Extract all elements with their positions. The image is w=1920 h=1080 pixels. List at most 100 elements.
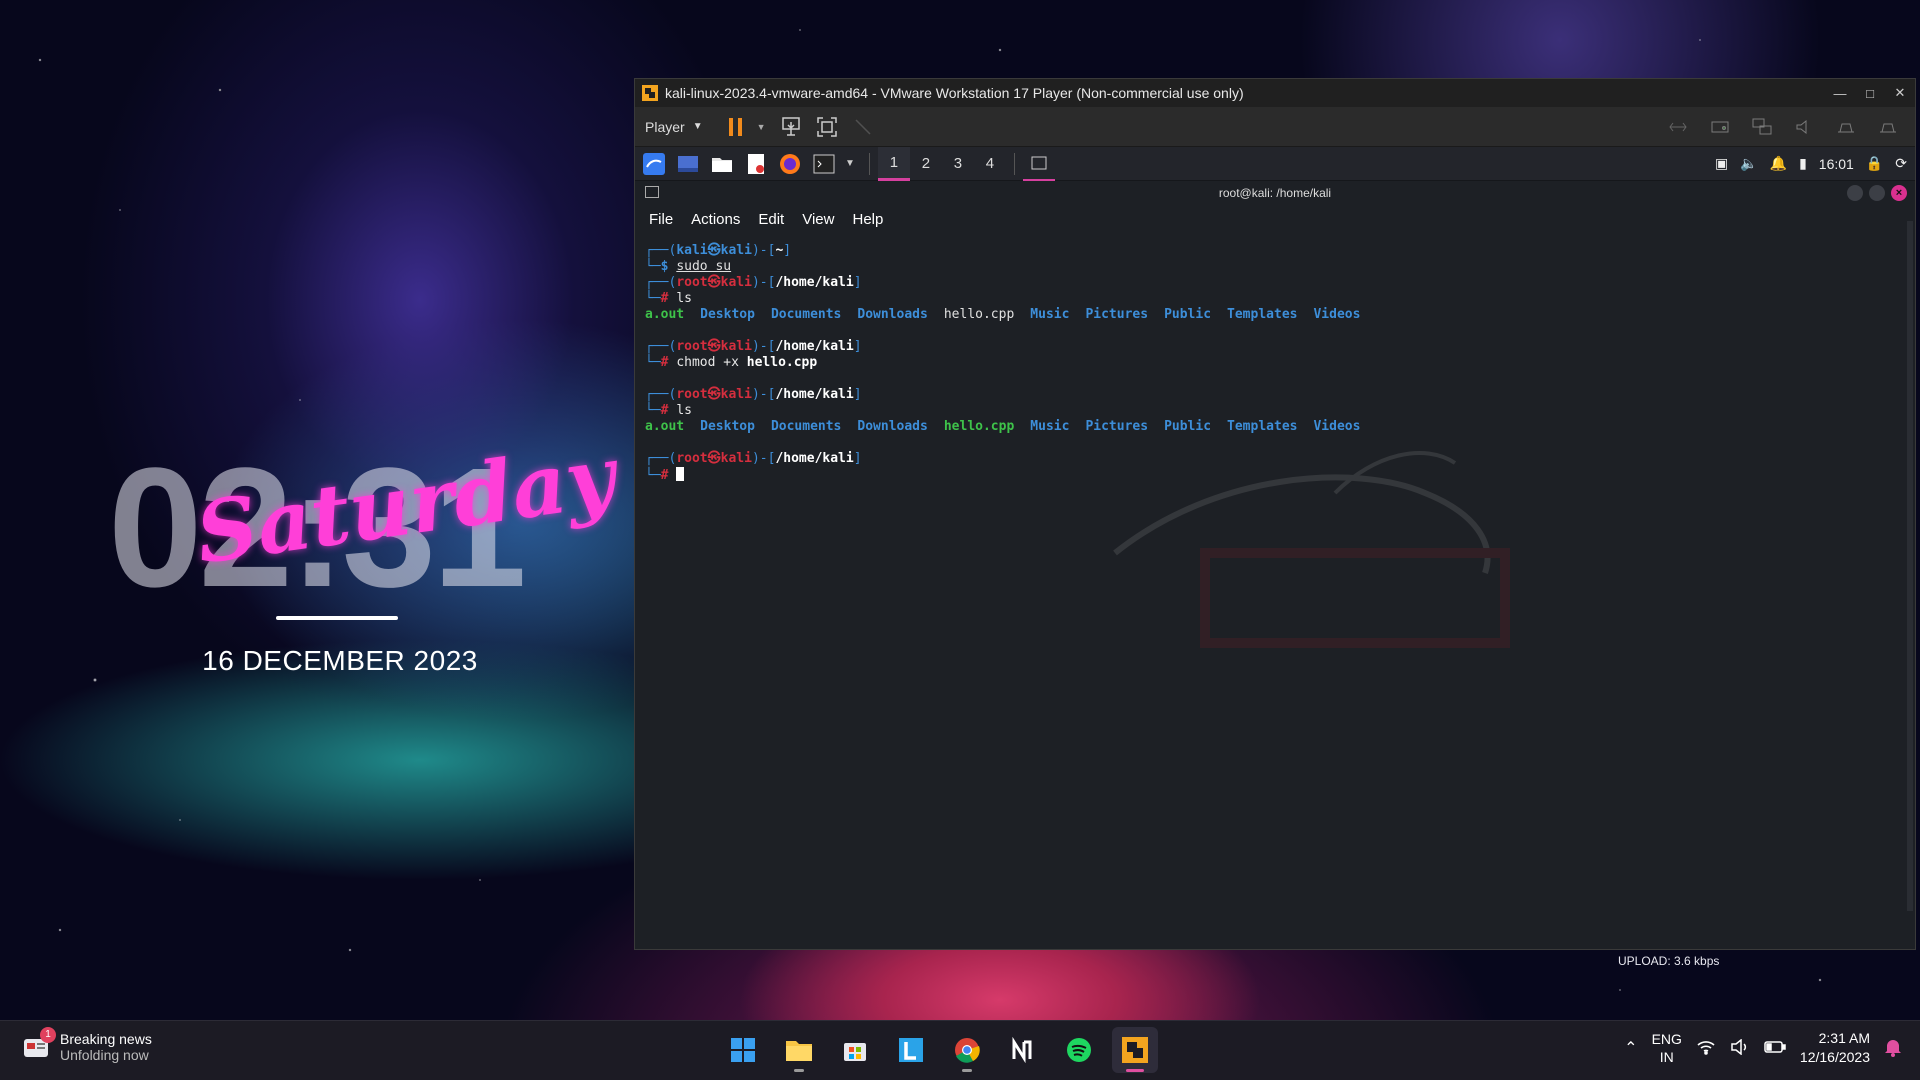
notification-bell-icon[interactable]	[1884, 1037, 1902, 1060]
ls-entry: hello.cpp	[943, 307, 1015, 322]
ls-entry: Public	[1164, 307, 1212, 322]
vmware-titlebar[interactable]: kali-linux-2023.4-vmware-amd64 - VMware …	[635, 79, 1915, 107]
spotify-button[interactable]	[1056, 1027, 1102, 1073]
speaker-icon[interactable]	[1730, 1037, 1750, 1058]
prompt-user: root	[676, 339, 708, 354]
prompt-host: kali	[720, 387, 752, 402]
battery-icon[interactable]	[1764, 1040, 1786, 1057]
news-widget[interactable]: 1 Breaking news Unfolding now	[22, 1027, 152, 1063]
printer-icon[interactable]	[1873, 112, 1903, 142]
microsoft-store-button[interactable]	[832, 1027, 878, 1073]
xfce-panel: ▼ 1 2 3 4 ▣ 🔈 🔔 ▮ 16:01 🔒 ⟳	[635, 147, 1915, 181]
prompt-line: ┌──(root㉿kali)-[/home/kali]	[645, 275, 862, 290]
text-editor-icon[interactable]	[743, 151, 769, 177]
workspace-3[interactable]: 3	[942, 147, 974, 181]
menu-view[interactable]: View	[802, 211, 834, 228]
kali-guest-screen[interactable]: ▼ 1 2 3 4 ▣ 🔈 🔔 ▮ 16:01 🔒 ⟳ root@kali: /…	[635, 147, 1915, 949]
notification-bell-icon[interactable]: 🔔	[1770, 155, 1787, 172]
ls-entry: Desktop	[700, 307, 755, 322]
prompt-path: /home/kali	[775, 339, 854, 354]
firefox-icon[interactable]	[777, 151, 803, 177]
language-region: IN	[1659, 1049, 1674, 1065]
vmware-title: kali-linux-2023.4-vmware-amd64 - VMware …	[665, 85, 1244, 101]
lock-icon[interactable]: 🔒	[1866, 155, 1883, 172]
menu-actions[interactable]: Actions	[691, 211, 740, 228]
terminal-minimize-button[interactable]	[1847, 185, 1863, 201]
command-text: sudo su	[676, 259, 732, 274]
workspace-4[interactable]: 4	[974, 147, 1006, 181]
show-hidden-icons-chevron-icon[interactable]: ⌃	[1624, 1038, 1637, 1058]
chrome-button[interactable]	[944, 1027, 990, 1073]
panel-separator	[868, 152, 870, 175]
pause-dropdown-icon[interactable]: ▼	[757, 122, 766, 132]
terminal-maximize-button[interactable]	[1869, 185, 1885, 201]
player-menu[interactable]: Player ▼	[645, 119, 703, 135]
system-tray: ⌃ ENG IN 2:31 AM 12/16/2023	[1624, 1029, 1902, 1067]
terminal-task-icon[interactable]	[1022, 147, 1055, 181]
menu-edit[interactable]: Edit	[758, 211, 784, 228]
panel-tray: ▣ 🔈 🔔 ▮ 16:01 🔒 ⟳	[1715, 155, 1915, 172]
prompt-user: root	[676, 275, 708, 290]
prompt-host: kali	[720, 339, 752, 354]
terminal-launcher-icon[interactable]	[811, 151, 837, 177]
battery-icon[interactable]: ▮	[1799, 155, 1807, 172]
terminal-close-button[interactable]: ×	[1891, 185, 1907, 201]
l-app-button[interactable]	[888, 1027, 934, 1073]
send-ctrl-alt-del-button[interactable]	[776, 112, 806, 142]
usb-device-icon[interactable]	[1831, 112, 1861, 142]
terminal-titlebar[interactable]: root@kali: /home/kali ×	[635, 181, 1915, 205]
unity-button[interactable]	[848, 112, 878, 142]
vmware-taskbar-button[interactable]	[1112, 1027, 1158, 1073]
network-adapter-icon[interactable]	[1747, 112, 1777, 142]
command-line: └─# ls	[645, 291, 692, 306]
prompt-user: root	[676, 387, 708, 402]
news-badge: 1	[40, 1027, 56, 1043]
ls-entry: Desktop	[700, 419, 755, 434]
vmware-window: kali-linux-2023.4-vmware-amd64 - VMware …	[634, 78, 1916, 950]
notion-button[interactable]	[1000, 1027, 1046, 1073]
active-indicator	[1126, 1069, 1144, 1072]
text-cursor	[676, 467, 685, 481]
panel-clock[interactable]: 16:01	[1819, 156, 1854, 172]
pause-button[interactable]	[721, 112, 751, 142]
start-button[interactable]	[720, 1027, 766, 1073]
terminal-launcher-dropdown-icon[interactable]: ▼	[845, 158, 855, 169]
workspace-2[interactable]: 2	[910, 147, 942, 181]
file-explorer-button[interactable]	[776, 1027, 822, 1073]
maximize-button[interactable]: □	[1855, 86, 1885, 101]
prompt-host: kali	[720, 275, 752, 290]
fullscreen-button[interactable]	[812, 112, 842, 142]
file-manager-icon[interactable]	[709, 151, 735, 177]
command-arg: hello.cpp	[746, 355, 818, 370]
kali-menu-icon[interactable]	[641, 151, 667, 177]
prompt-user: root	[676, 451, 708, 466]
language-indicator[interactable]: ENG IN	[1652, 1030, 1682, 1066]
wifi-icon[interactable]	[1696, 1039, 1716, 1058]
menu-help[interactable]: Help	[852, 211, 883, 228]
ls-entry: Downloads	[857, 307, 928, 322]
ls-entry: a.out	[645, 307, 685, 322]
device-icons	[1663, 112, 1915, 142]
news-title: Breaking news	[60, 1031, 152, 1047]
close-button[interactable]: ✕	[1885, 85, 1915, 101]
display-icon[interactable]: ▣	[1715, 155, 1728, 172]
command-line: └─$ sudo su	[645, 259, 732, 274]
system-clock[interactable]: 2:31 AM 12/16/2023	[1800, 1029, 1870, 1067]
logout-icon[interactable]: ⟳	[1895, 155, 1907, 172]
minimize-button[interactable]: —	[1825, 86, 1855, 101]
volume-icon[interactable]: 🔈	[1740, 155, 1757, 172]
network-device-icon[interactable]	[1663, 112, 1693, 142]
ls-entry: a.out	[645, 419, 685, 434]
sound-card-icon[interactable]	[1789, 112, 1819, 142]
command-line: └─# ls	[645, 403, 692, 418]
terminal-scrollbar[interactable]	[1907, 221, 1913, 911]
ls-entry: Music	[1030, 307, 1070, 322]
show-desktop-icon[interactable]	[675, 151, 701, 177]
language-code: ENG	[1651, 1031, 1682, 1047]
menu-file[interactable]: File	[649, 211, 673, 228]
terminal-output[interactable]: ┌──(kali㉿kali)-[~] └─$ sudo su ┌──(root㉿…	[635, 233, 1915, 923]
workspace-1[interactable]: 1	[877, 147, 910, 181]
hard-disk-icon[interactable]	[1705, 112, 1735, 142]
